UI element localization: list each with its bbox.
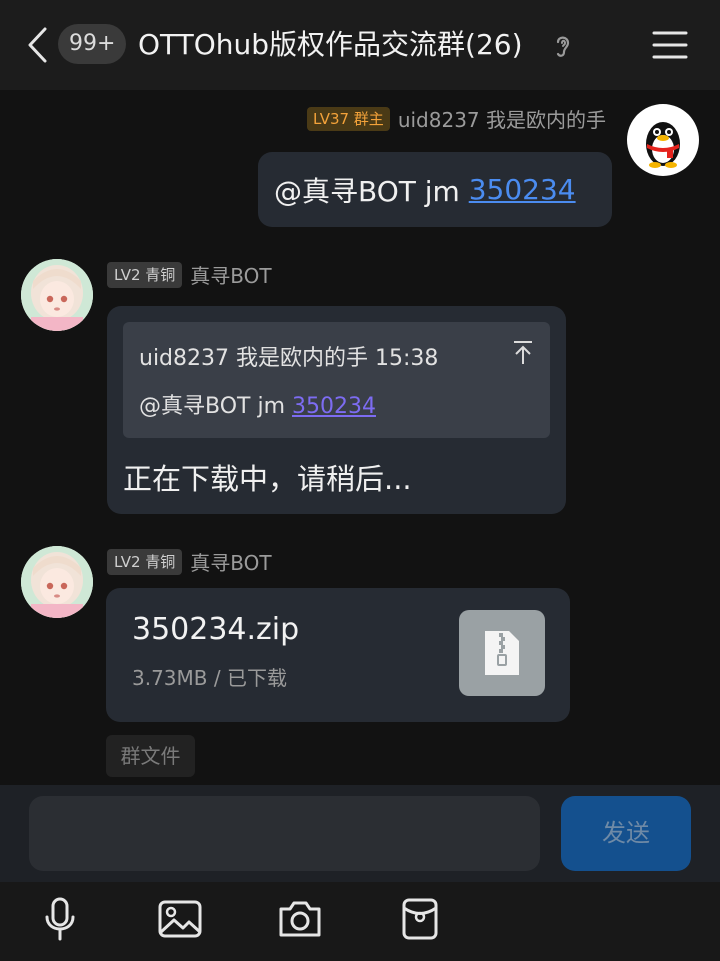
camera-button[interactable] bbox=[275, 894, 325, 944]
sender-name[interactable]: uid8237 我是欧内的手 bbox=[398, 104, 606, 133]
quoted-message[interactable]: uid8237 我是欧内的手 15:38 @真寻BOT jm 350234 bbox=[123, 322, 550, 438]
level-badge: LV2 青铜 bbox=[107, 548, 183, 575]
unread-count-badge[interactable]: 99+ bbox=[58, 24, 127, 64]
message-link[interactable]: 350234 bbox=[469, 173, 576, 206]
quote-header: uid8237 我是欧内的手 15:38 bbox=[139, 346, 439, 371]
message-text: @真寻BOT jm bbox=[274, 174, 469, 208]
file-message-bubble[interactable]: 350234.zip 3.73MB / 已下载 bbox=[106, 588, 570, 722]
anime-avatar-icon bbox=[21, 546, 93, 618]
camera-icon bbox=[279, 901, 321, 937]
self-message-meta: LV37 群主 uid8237 我是欧内的手 bbox=[306, 104, 606, 133]
ear-icon[interactable] bbox=[550, 32, 576, 60]
bot-avatar[interactable] bbox=[21, 546, 93, 618]
jump-to-top-icon[interactable] bbox=[512, 340, 534, 366]
file-info: 3.73MB / 已下载 bbox=[132, 666, 287, 690]
menu-icon[interactable] bbox=[650, 28, 690, 62]
bot-avatar[interactable] bbox=[21, 259, 93, 331]
message-input[interactable] bbox=[29, 796, 540, 871]
input-area: 发送 bbox=[0, 785, 720, 882]
microphone-icon bbox=[45, 897, 75, 941]
bot-message-meta: LV2 青铜 真寻BOT bbox=[107, 260, 272, 289]
voice-button[interactable] bbox=[35, 894, 85, 944]
level-badge: LV2 青铜 bbox=[107, 261, 183, 288]
image-button[interactable] bbox=[155, 894, 205, 944]
reply-text: 正在下载中，请稍后... bbox=[123, 462, 412, 496]
send-button[interactable]: 发送 bbox=[561, 796, 691, 871]
file-name: 350234.zip bbox=[132, 612, 300, 647]
sender-name[interactable]: 真寻BOT bbox=[190, 547, 271, 576]
quote-link[interactable]: 350234 bbox=[292, 394, 376, 419]
back-button[interactable] bbox=[20, 22, 54, 68]
penguin-avatar-icon bbox=[646, 122, 680, 168]
red-packet-icon bbox=[402, 898, 438, 940]
image-icon bbox=[158, 900, 202, 938]
quote-text: @真寻BOT jm 350234 bbox=[139, 388, 376, 420]
self-message-bubble[interactable]: @真寻BOT jm 350234 bbox=[258, 152, 612, 227]
chevron-left-icon bbox=[28, 27, 47, 63]
group-title[interactable]: OTTOhub版权作品交流群(26) bbox=[138, 26, 523, 64]
quote-text-prefix: @真寻BOT jm bbox=[139, 394, 292, 419]
zip-file-icon bbox=[459, 610, 545, 696]
chat-header: 99+ OTTOhub版权作品交流群(26) bbox=[0, 0, 720, 90]
bottom-toolbar bbox=[0, 882, 720, 961]
red-packet-button[interactable] bbox=[395, 894, 445, 944]
sender-name[interactable]: 真寻BOT bbox=[190, 260, 271, 289]
owner-level-badge: LV37 群主 bbox=[306, 106, 390, 131]
group-file-tag[interactable]: 群文件 bbox=[106, 735, 195, 777]
anime-avatar-icon bbox=[21, 259, 93, 331]
self-avatar[interactable] bbox=[627, 104, 699, 176]
bot-message-meta: LV2 青铜 真寻BOT bbox=[107, 547, 272, 576]
reply-message-bubble[interactable]: uid8237 我是欧内的手 15:38 @真寻BOT jm 350234 正在… bbox=[107, 306, 566, 514]
